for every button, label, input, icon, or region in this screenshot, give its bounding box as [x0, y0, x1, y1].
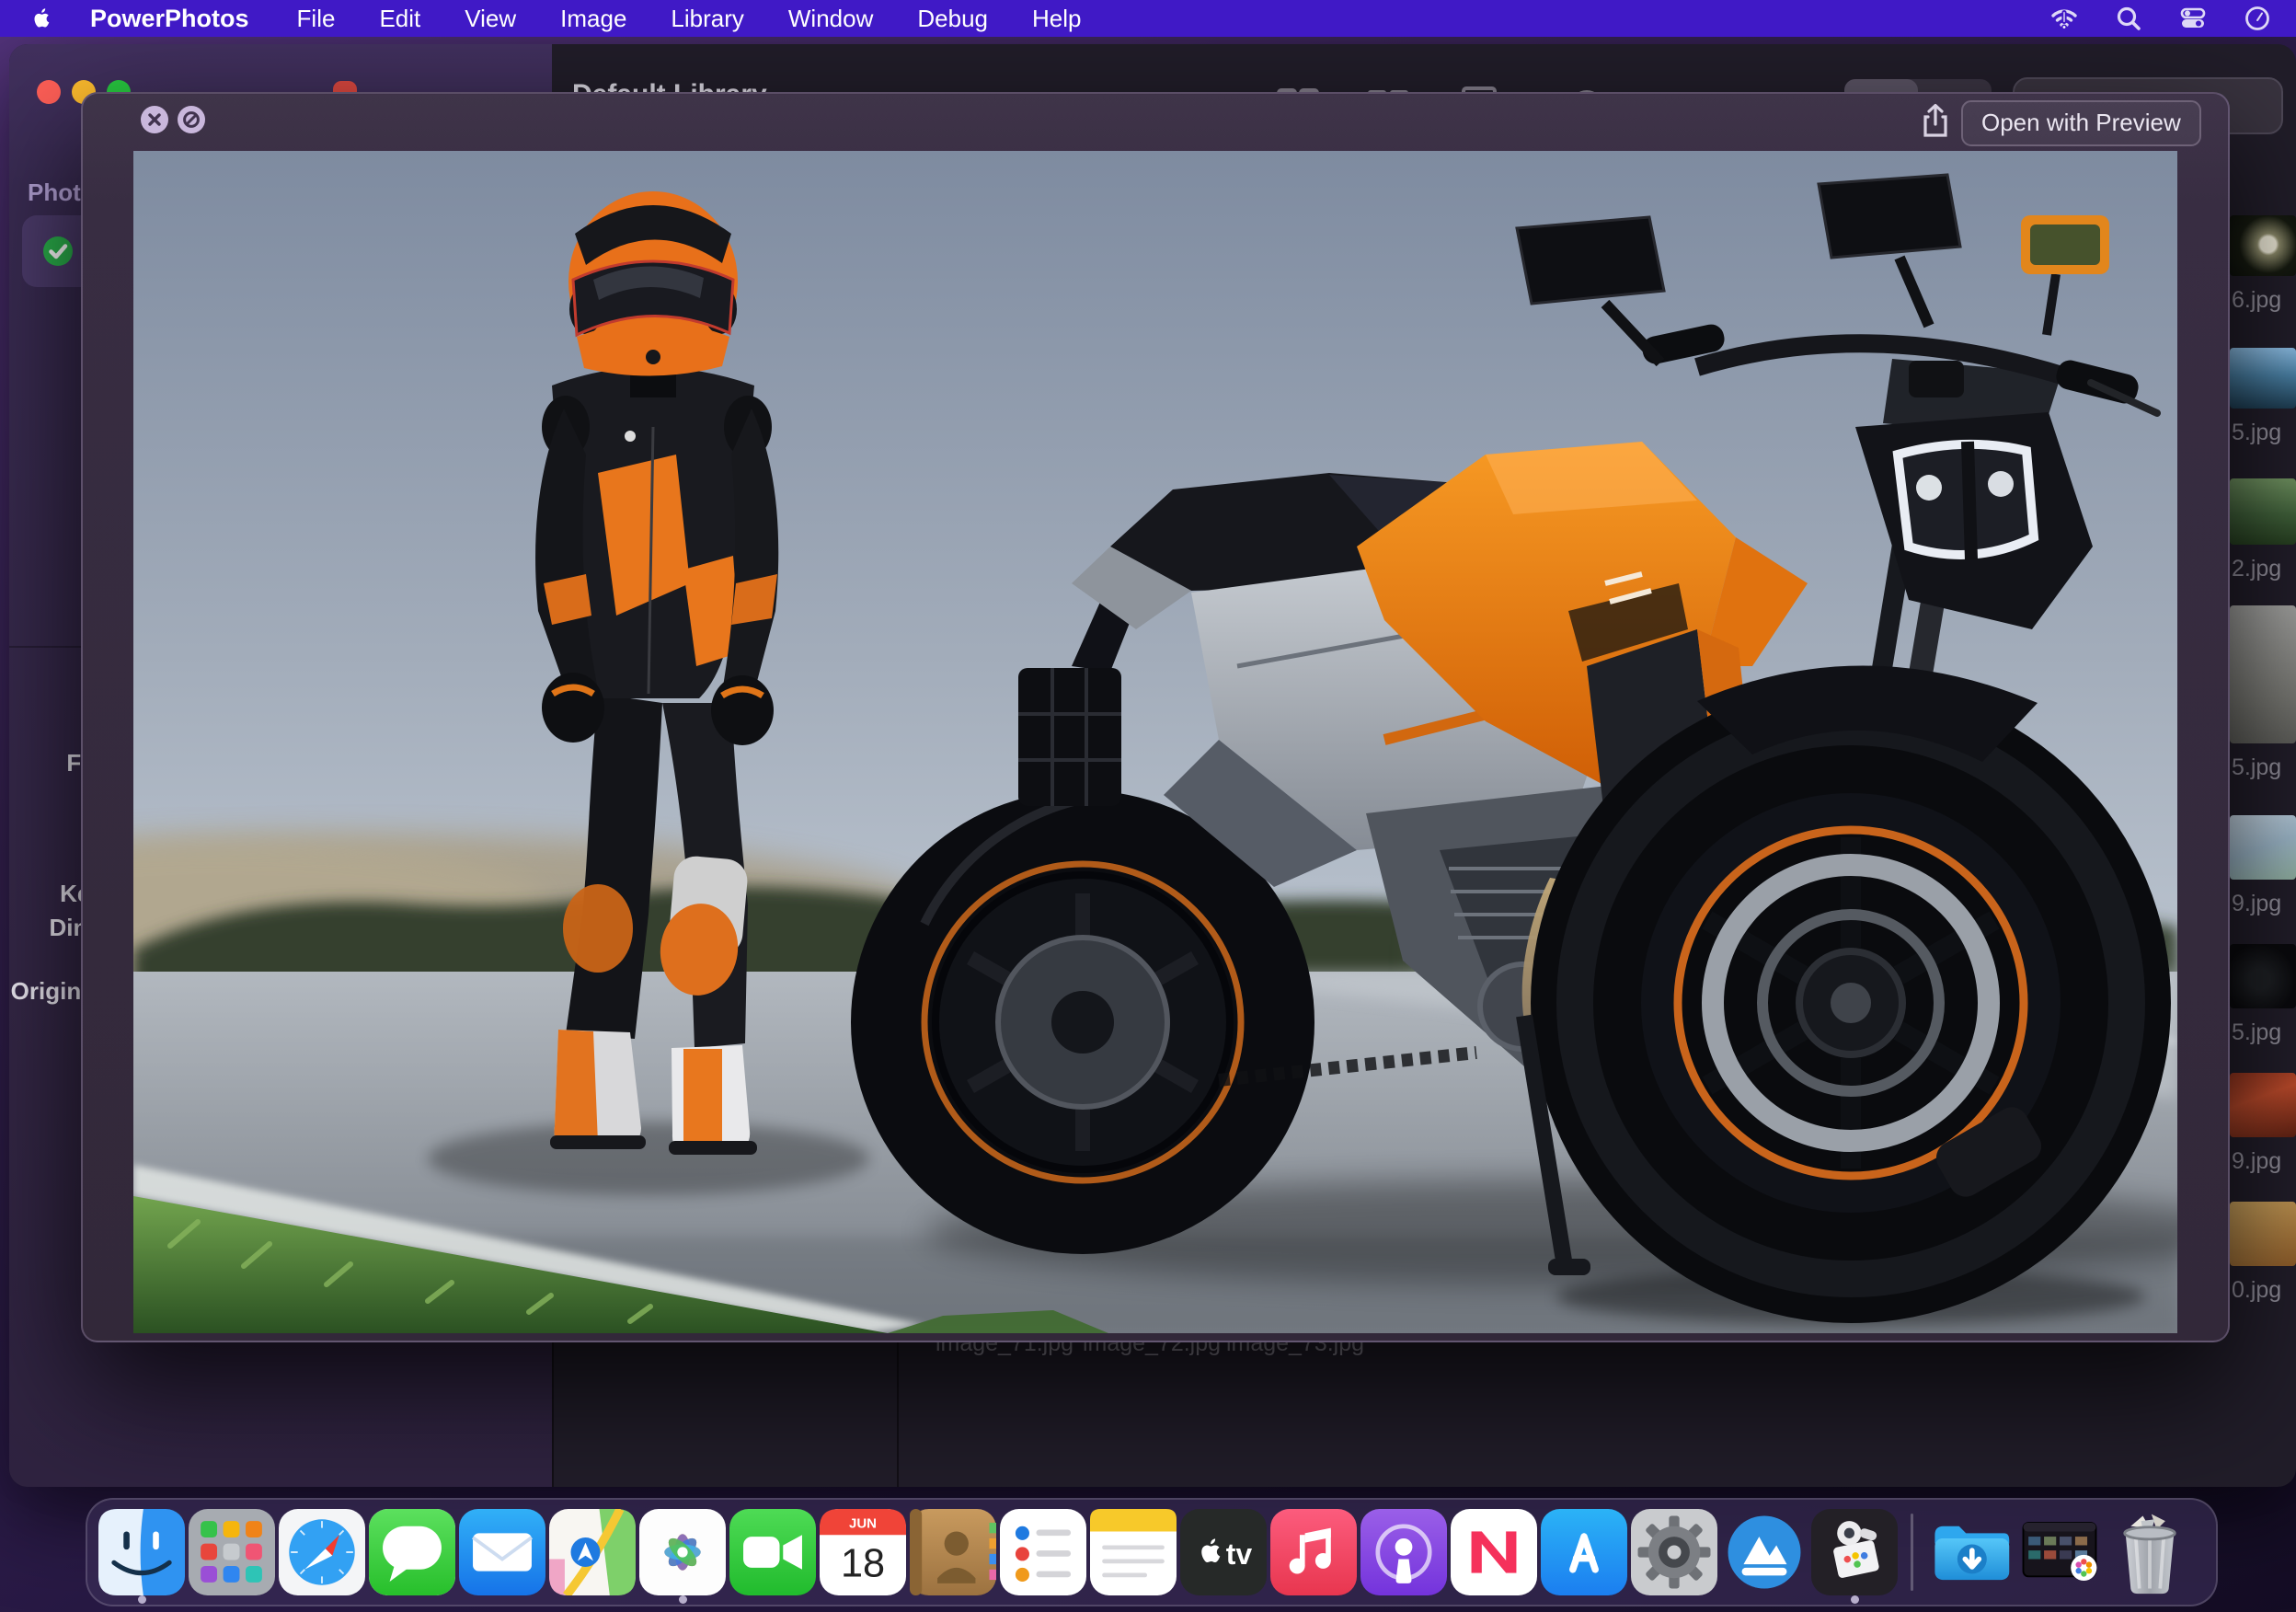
photo-preview — [133, 151, 2177, 1333]
calendar-day: 18 — [841, 1541, 885, 1585]
thumbnail-daisy[interactable] — [2230, 215, 2296, 276]
dock-facetime-icon[interactable] — [729, 1509, 816, 1595]
thumbnail-mountain-lake[interactable] — [2230, 348, 2296, 409]
dock-reminders-icon[interactable] — [1000, 1509, 1086, 1595]
dock-messages-icon[interactable] — [369, 1509, 455, 1595]
dock-podcasts-icon[interactable] — [1360, 1509, 1447, 1595]
dock-app-cleaner-icon[interactable] — [1721, 1509, 1808, 1595]
dock-contacts-icon[interactable] — [910, 1509, 996, 1595]
thumbnail-label: 6.jpg — [2230, 287, 2296, 314]
dock-notes-icon[interactable] — [1090, 1509, 1177, 1595]
thumbnail-label: 5.jpg — [2230, 1019, 2296, 1046]
thumbnail-gray-fabric[interactable] — [2230, 605, 2296, 743]
menu-library[interactable]: Library — [671, 5, 743, 33]
open-with-preview-button[interactable]: Open with Preview — [1961, 100, 2201, 146]
wifi-alert-icon[interactable] — [2049, 4, 2079, 33]
thumbnail-label: 9.jpg — [2230, 891, 2296, 917]
quicklook-window: Open with Preview — [81, 92, 2230, 1342]
search-icon[interactable] — [2114, 4, 2143, 33]
thumbnail-label: 2.jpg — [2230, 556, 2296, 582]
thumbnail-warm-bokeh[interactable] — [2230, 1202, 2296, 1266]
dock-divider — [1911, 1514, 1913, 1591]
checkmark-icon — [42, 236, 74, 267]
dock-music-icon[interactable] — [1270, 1509, 1357, 1595]
dock-launchpad-icon[interactable] — [189, 1509, 275, 1595]
thumbnail-label: 0.jpg — [2230, 1277, 2296, 1304]
grid-item[interactable]: 6.jpg — [2230, 215, 2296, 314]
close-icon — [146, 111, 163, 128]
grid-item[interactable]: 9.jpg — [2230, 1073, 2296, 1175]
dock-powerphotos-icon[interactable] — [1811, 1509, 1898, 1595]
control-center-icon[interactable] — [2178, 4, 2208, 33]
share-icon[interactable] — [1919, 102, 1952, 139]
dock-safari-icon[interactable] — [279, 1509, 365, 1595]
menu-bar: PowerPhotos File Edit View Image Library… — [0, 0, 2296, 37]
thumbnail-pale-leaves[interactable] — [2230, 815, 2296, 880]
clock-icon[interactable] — [2243, 4, 2272, 33]
dock-mail-icon[interactable] — [459, 1509, 545, 1595]
menu-image[interactable]: Image — [560, 5, 626, 33]
dock-minimized-window-thumbnail[interactable] — [2016, 1509, 2103, 1595]
dock-trash-icon[interactable] — [2107, 1509, 2193, 1595]
apple-tv-label: tv — [1226, 1537, 1253, 1571]
menubar-app-name[interactable]: PowerPhotos — [90, 5, 249, 33]
menu-help[interactable]: Help — [1032, 5, 1081, 33]
quicklook-close-button[interactable] — [141, 106, 168, 133]
dock-calendar-icon[interactable]: JUN 18 — [820, 1509, 906, 1595]
fullscreen-icon — [182, 110, 201, 129]
dock-settings-icon[interactable] — [1631, 1509, 1717, 1595]
menu-file[interactable]: File — [297, 5, 336, 33]
dock-app-store-icon[interactable] — [1541, 1509, 1627, 1595]
thumbnail-autumn-red[interactable] — [2230, 1073, 2296, 1137]
menu-edit[interactable]: Edit — [379, 5, 420, 33]
dock-apple-tv-icon[interactable]: tv — [1180, 1509, 1267, 1595]
grid-item[interactable]: 9.jpg — [2230, 815, 2296, 917]
dock-photos-icon[interactable] — [639, 1509, 726, 1595]
motorcycle-rider-photo — [133, 151, 2177, 1333]
menu-window[interactable]: Window — [788, 5, 873, 33]
thumbnail-label: 5.jpg — [2230, 420, 2296, 446]
thumbnail-label: 9.jpg — [2230, 1148, 2296, 1175]
thumbnail-dark-vinyl[interactable] — [2230, 944, 2296, 1008]
grid-item[interactable]: 5.jpg — [2230, 944, 2296, 1046]
dock-finder-icon[interactable] — [98, 1509, 185, 1595]
dock-downloads-folder-icon[interactable] — [1926, 1509, 2013, 1595]
quicklook-fullscreen-button[interactable] — [178, 106, 205, 133]
grid-item[interactable]: 0.jpg — [2230, 1202, 2296, 1304]
thumbnail-forest[interactable] — [2230, 478, 2296, 545]
menu-view[interactable]: View — [465, 5, 516, 33]
dock-maps-icon[interactable] — [549, 1509, 636, 1595]
grid-item[interactable]: 5.jpg — [2230, 348, 2296, 446]
menu-debug[interactable]: Debug — [917, 5, 988, 33]
dock: JUN 18 tv — [86, 1498, 2218, 1606]
grid-item[interactable]: 5.jpg — [2230, 605, 2296, 781]
dock-news-icon[interactable] — [1451, 1509, 1537, 1595]
close-traffic-light[interactable] — [37, 80, 61, 104]
calendar-month: JUN — [849, 1516, 877, 1532]
grid-item[interactable]: 2.jpg — [2230, 478, 2296, 582]
apple-menu-icon[interactable] — [31, 6, 53, 31]
thumbnail-label: 5.jpg — [2230, 754, 2296, 781]
